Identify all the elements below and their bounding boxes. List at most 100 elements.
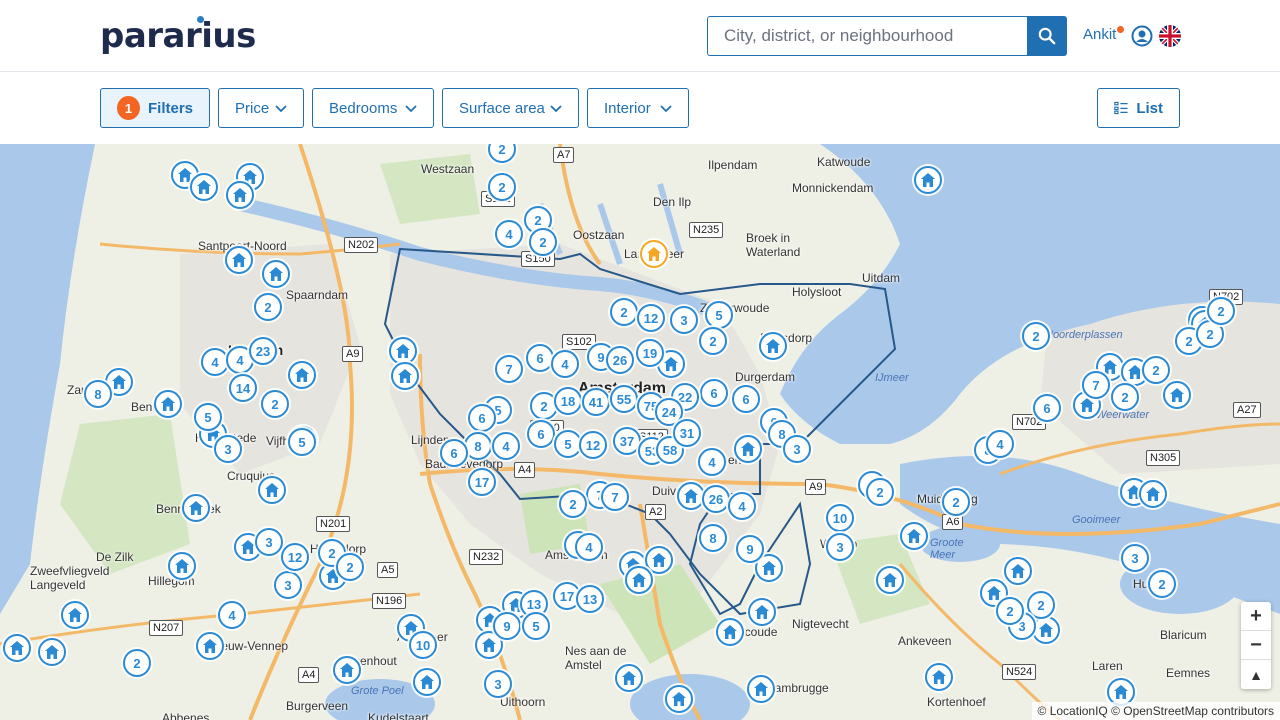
- listing-cluster-marker[interactable]: 12: [637, 304, 665, 332]
- listing-home-marker[interactable]: [1163, 381, 1191, 409]
- listing-home-marker[interactable]: [677, 482, 705, 510]
- listing-cluster-marker[interactable]: 4: [495, 220, 523, 248]
- listing-cluster-marker[interactable]: 5: [705, 301, 733, 329]
- listing-home-marker[interactable]: [333, 656, 361, 684]
- listing-home-marker[interactable]: [625, 566, 653, 594]
- listing-cluster-marker[interactable]: 2: [996, 597, 1024, 625]
- list-view-button[interactable]: List: [1097, 88, 1180, 128]
- listing-cluster-marker[interactable]: 2: [1142, 356, 1170, 384]
- listing-home-marker[interactable]: [1139, 480, 1167, 508]
- listing-home-marker[interactable]: [225, 246, 253, 274]
- listing-home-marker[interactable]: [262, 260, 290, 288]
- search-button[interactable]: [1027, 16, 1067, 56]
- listing-cluster-marker[interactable]: 3: [826, 533, 854, 561]
- listing-home-marker[interactable]: [914, 166, 942, 194]
- listing-cluster-marker[interactable]: 17: [468, 468, 496, 496]
- listing-cluster-marker[interactable]: 3: [484, 670, 512, 698]
- listing-cluster-marker[interactable]: 5: [522, 612, 550, 640]
- listing-cluster-marker[interactable]: 3: [783, 435, 811, 463]
- listing-cluster-marker[interactable]: 18: [554, 387, 582, 415]
- listing-cluster-marker[interactable]: 8: [464, 432, 492, 460]
- listing-cluster-marker[interactable]: 13: [576, 585, 604, 613]
- listing-home-marker[interactable]: [190, 173, 218, 201]
- listing-cluster-marker[interactable]: 2: [1148, 570, 1176, 598]
- listing-cluster-marker[interactable]: 4: [201, 348, 229, 376]
- listing-home-marker[interactable]: [759, 332, 787, 360]
- listing-cluster-marker[interactable]: 4: [575, 533, 603, 561]
- listing-home-marker[interactable]: [389, 337, 417, 365]
- listing-cluster-marker[interactable]: 3: [274, 571, 302, 599]
- listing-cluster-marker[interactable]: 6: [527, 420, 555, 448]
- listing-cluster-marker[interactable]: 6: [1033, 394, 1061, 422]
- listing-cluster-marker[interactable]: 55: [610, 385, 638, 413]
- listing-cluster-marker[interactable]: 4: [218, 601, 246, 629]
- listing-cluster-marker[interactable]: 9: [736, 535, 764, 563]
- map-attribution[interactable]: © LocationIQ © OpenStreetMap contributor…: [1031, 702, 1280, 720]
- listing-cluster-marker[interactable]: 4: [986, 430, 1014, 458]
- listing-cluster-marker[interactable]: 2: [1111, 383, 1139, 411]
- listing-home-marker[interactable]: [258, 476, 286, 504]
- listing-home-marker[interactable]: [3, 634, 31, 662]
- listing-cluster-marker[interactable]: 2: [261, 390, 289, 418]
- listing-home-marker[interactable]: [168, 552, 196, 580]
- listing-cluster-marker[interactable]: 2: [699, 327, 727, 355]
- zoom-out-button[interactable]: −: [1241, 631, 1271, 660]
- listing-home-marker[interactable]: [876, 566, 904, 594]
- listing-cluster-marker[interactable]: 41: [582, 388, 610, 416]
- listing-home-marker[interactable]: [734, 435, 762, 463]
- search-input[interactable]: [707, 16, 1027, 56]
- listing-cluster-marker[interactable]: 2: [1207, 297, 1235, 325]
- listing-cluster-marker[interactable]: 14: [229, 374, 257, 402]
- listing-cluster-marker[interactable]: 4: [728, 492, 756, 520]
- bedrooms-dropdown[interactable]: Bedrooms: [312, 88, 434, 128]
- listing-home-marker[interactable]: [1004, 557, 1032, 585]
- uk-flag-icon[interactable]: [1159, 25, 1181, 47]
- listing-cluster-marker[interactable]: 8: [84, 380, 112, 408]
- listing-cluster-marker[interactable]: 9: [493, 612, 521, 640]
- listing-home-marker[interactable]: [154, 390, 182, 418]
- listing-cluster-marker[interactable]: 10: [826, 504, 854, 532]
- listing-cluster-marker[interactable]: 26: [702, 485, 730, 513]
- listing-home-marker[interactable]: [747, 675, 775, 703]
- listing-cluster-marker[interactable]: 6: [526, 344, 554, 372]
- listing-cluster-marker[interactable]: 31: [673, 419, 701, 447]
- listing-home-marker[interactable]: [1032, 616, 1060, 644]
- listing-home-marker[interactable]: [665, 685, 693, 713]
- listing-cluster-marker[interactable]: 12: [281, 543, 309, 571]
- listing-cluster-marker[interactable]: 2: [866, 478, 894, 506]
- listing-cluster-marker[interactable]: 37: [613, 427, 641, 455]
- listing-cluster-marker[interactable]: 12: [579, 431, 607, 459]
- listing-cluster-marker[interactable]: 5: [288, 428, 316, 456]
- listing-home-marker[interactable]: [196, 632, 224, 660]
- listing-cluster-marker[interactable]: 3: [214, 435, 242, 463]
- listing-cluster-marker[interactable]: 3: [255, 528, 283, 556]
- listing-cluster-marker[interactable]: 2: [123, 649, 151, 677]
- listing-cluster-marker[interactable]: 2: [559, 490, 587, 518]
- listing-cluster-marker[interactable]: 6: [468, 404, 496, 432]
- listing-cluster-marker[interactable]: 5: [194, 403, 222, 431]
- listing-home-marker[interactable]: [716, 618, 744, 646]
- listing-home-marker[interactable]: [748, 598, 776, 626]
- listing-cluster-marker[interactable]: 8: [699, 524, 727, 552]
- listing-home-marker[interactable]: [38, 638, 66, 666]
- listing-cluster-marker[interactable]: 7: [601, 483, 629, 511]
- listing-cluster-marker[interactable]: 2: [529, 228, 557, 256]
- listing-home-marker[interactable]: [61, 601, 89, 629]
- listing-cluster-marker[interactable]: 4: [698, 448, 726, 476]
- map-canvas[interactable]: A7 N235 S152 N202 S150 A9 S102 A5 S100 A…: [0, 144, 1280, 720]
- surface-area-dropdown[interactable]: Surface area: [442, 88, 579, 128]
- listing-cluster-marker[interactable]: 2: [942, 488, 970, 516]
- highlighted-home-marker[interactable]: [640, 240, 668, 268]
- listing-cluster-marker[interactable]: 2: [1022, 322, 1050, 350]
- listing-cluster-marker[interactable]: 3: [1121, 544, 1149, 572]
- listing-cluster-marker[interactable]: 7: [1082, 371, 1110, 399]
- pararius-logo[interactable]: pararius: [100, 14, 256, 58]
- price-dropdown[interactable]: Price: [218, 88, 304, 128]
- listing-home-marker[interactable]: [182, 494, 210, 522]
- listing-home-marker[interactable]: [413, 668, 441, 696]
- listing-home-marker[interactable]: [391, 362, 419, 390]
- user-account-icon[interactable]: [1131, 25, 1153, 47]
- listing-cluster-marker[interactable]: 19: [636, 339, 664, 367]
- listing-cluster-marker[interactable]: 2: [336, 553, 364, 581]
- listing-home-marker[interactable]: [615, 664, 643, 692]
